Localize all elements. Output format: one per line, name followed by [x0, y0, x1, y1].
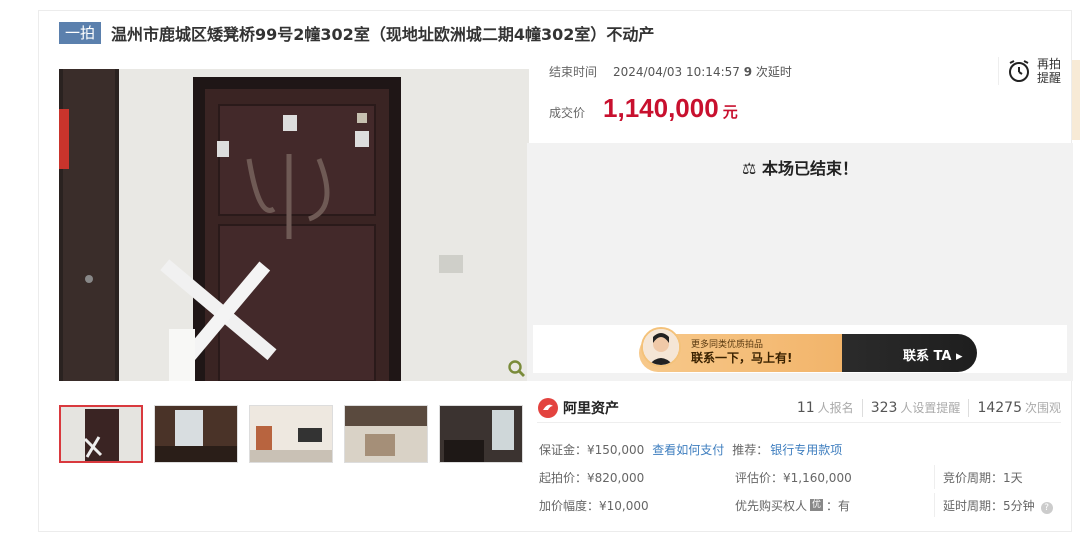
remind-count: 323 — [870, 399, 898, 416]
appraisal-price: 评估价：¥1,160,000 — [735, 465, 935, 489]
ended-panel: ⚖ 本场已结束！ 更多同类优质拍品 联系一下，马上有! 联系 TA ▸ — [527, 143, 1073, 381]
promo-banner[interactable]: 更多同类优质拍品 联系一下，马上有! 联系 TA ▸ — [533, 325, 1067, 373]
increment-row: 加价幅度：¥10,000 优先购买权人优：有 延时周期：5分钟? — [539, 491, 1063, 519]
thumbnail-5[interactable] — [439, 405, 523, 463]
zoom-icon[interactable] — [507, 359, 527, 379]
signup-count: 11 — [796, 399, 815, 416]
avatar — [641, 327, 681, 367]
deal-price: 1,140,000 元 — [603, 93, 738, 123]
thumbnail-1[interactable] — [59, 405, 143, 463]
side-decoration — [1072, 60, 1080, 140]
priority-buyer: 优先购买权人优：有 — [735, 493, 935, 517]
thumbnail-strip — [59, 405, 523, 463]
promo-title: 联系一下，马上有! — [691, 351, 793, 365]
bid-cycle: 竞价周期：1天 — [943, 470, 1023, 485]
bid-increment: 加价幅度：¥10,000 — [539, 498, 649, 513]
stats: 11 人报名 323 人设置提醒 14275 次围观 — [796, 398, 1061, 417]
detail-grid: 保证金：¥150,000 查看如何支付 推荐： 银行专用款项 起拍价：¥820,… — [539, 435, 1063, 519]
end-time: 2024/04/03 10:14:57 9 次延时 — [613, 65, 792, 79]
re-auction-reminder[interactable]: 再拍 提醒 — [997, 57, 1061, 85]
sealed-door-photo — [59, 69, 529, 381]
auction-status: 结束时间 2024/04/03 10:14:57 9 次延时 成交价 1,140… — [527, 55, 1073, 143]
thumbnail-2[interactable] — [154, 405, 238, 463]
thumbnail-4[interactable] — [344, 405, 428, 463]
recommend-label: 推荐： — [732, 442, 769, 457]
help-icon[interactable]: ? — [1040, 501, 1053, 514]
round-badge: 一拍 — [59, 22, 102, 44]
end-time-row: 结束时间 2024/04/03 10:14:57 9 次延时 — [549, 63, 792, 80]
delay-count: 9 — [743, 65, 753, 79]
deposit: 保证金：¥150,000 — [539, 442, 645, 457]
deal-price-row: 成交价 1,140,000 元 — [549, 93, 738, 124]
contact-button[interactable]: 联系 TA ▸ — [903, 345, 963, 364]
ended-message: ⚖ 本场已结束！ — [742, 159, 858, 178]
bank-account-link[interactable]: 银行专用款项 — [770, 441, 842, 458]
deposit-row: 保证金：¥150,000 查看如何支付 推荐： 银行专用款项 — [539, 435, 1063, 463]
deal-price-label: 成交价 — [549, 106, 586, 120]
view-count: 14275 — [977, 399, 1022, 416]
start-price: 起拍价：¥820,000 — [539, 470, 645, 485]
stats-row: 阿里资产 11 人报名 323 人设置提醒 14275 次围观 — [537, 393, 1061, 423]
price-row: 起拍价：¥820,000 评估价：¥1,160,000 竞价周期：1天 — [539, 463, 1063, 491]
thumbnail-3[interactable] — [249, 405, 333, 463]
title-row: 一拍 温州市鹿城区矮凳桥99号2幢302室（现地址欧洲城二期4幢302室）不动产 — [59, 21, 654, 45]
alarm-clock-icon — [1008, 60, 1029, 82]
auction-title: 温州市鹿城区矮凳桥99号2幢302室（现地址欧洲城二期4幢302室）不动产 — [111, 25, 655, 44]
end-time-label: 结束时间 — [549, 65, 598, 79]
ali-asset-icon — [538, 397, 558, 418]
main-photo[interactable] — [59, 69, 529, 381]
auction-card: 一拍 温州市鹿城区矮凳桥99号2幢302室（现地址欧洲城二期4幢302室）不动产 — [38, 10, 1073, 532]
gavel-icon: ⚖ — [742, 159, 757, 178]
priority-badge: 优 — [810, 499, 824, 511]
delay-period: 延时周期：5分钟? — [935, 497, 1053, 514]
ali-asset-logo: 阿里资产 — [537, 397, 619, 419]
how-to-pay-link[interactable]: 查看如何支付 — [652, 441, 724, 458]
